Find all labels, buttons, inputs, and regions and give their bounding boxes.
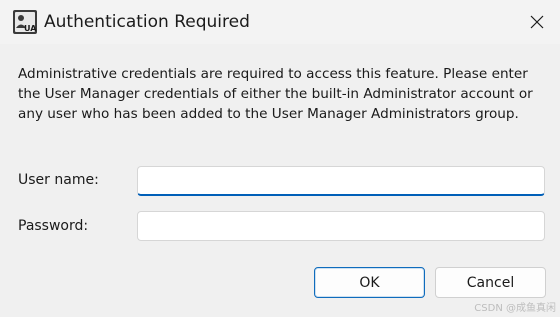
dialog-message: Administrative credentials are required … xyxy=(18,66,533,122)
username-label: User name: xyxy=(18,172,99,188)
dialog-title: Authentication Required xyxy=(44,12,250,32)
cancel-button[interactable]: Cancel xyxy=(435,267,546,298)
password-label: Password: xyxy=(18,218,89,234)
svg-text:UA: UA xyxy=(24,24,37,33)
close-button[interactable] xyxy=(514,0,560,44)
watermark: CSDN @成鱼真闲 xyxy=(474,303,556,314)
username-input[interactable] xyxy=(137,166,545,196)
title-bar: UA Authentication Required xyxy=(0,0,560,44)
password-input[interactable] xyxy=(137,211,545,241)
close-icon xyxy=(530,15,544,29)
ok-button[interactable]: OK xyxy=(314,267,425,298)
user-manager-app-icon: UA xyxy=(13,10,37,34)
